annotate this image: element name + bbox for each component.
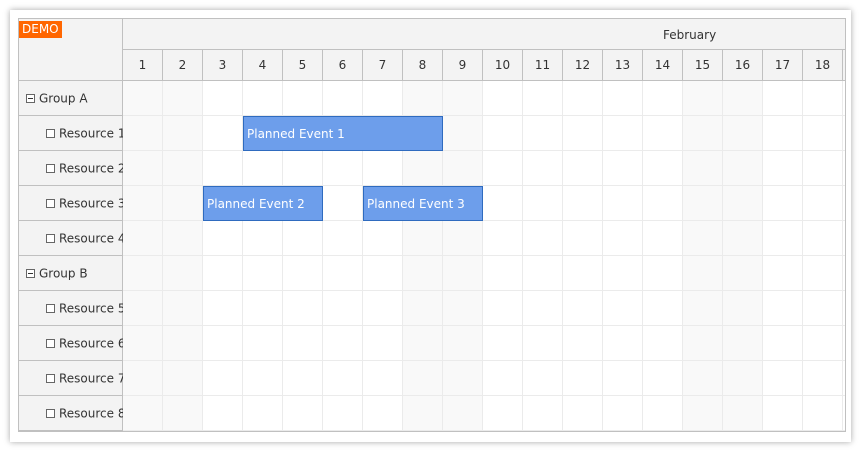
resource-row-header[interactable]: Resource 1 [19, 116, 126, 151]
grid-column [763, 81, 803, 431]
day-header-5: 5 [283, 50, 323, 80]
checkbox-icon[interactable] [46, 409, 55, 418]
scheduler: DEMO February 2020 123456789101112131415… [18, 18, 846, 432]
day-header-3: 3 [203, 50, 243, 80]
resource-row-header[interactable]: Resource 2 [19, 151, 126, 186]
grid-column [483, 81, 523, 431]
grid-column [683, 81, 723, 431]
timeline-grid[interactable]: Planned Event 1 Planned Event 2 Planned Ev… [123, 81, 845, 431]
row-label: Group B [39, 266, 88, 281]
resource-row-header[interactable]: Resource 3 [19, 186, 126, 221]
grid-row-line [123, 360, 845, 361]
month-label: February 2020 [663, 28, 717, 74]
row-label: Resource 7 [59, 371, 126, 386]
event-bar[interactable]: Planned Event 2 [203, 186, 323, 221]
day-header-8: 8 [403, 50, 443, 80]
grid-column [163, 81, 203, 431]
event-bar[interactable]: Planned Event 1 [243, 116, 443, 151]
resource-row-header[interactable]: Resource 7 [19, 361, 126, 396]
grid-column [563, 81, 603, 431]
grid-column [603, 81, 643, 431]
corner-header: DEMO [19, 19, 123, 81]
day-header-12: 12 [563, 50, 603, 80]
day-header-16: 16 [723, 50, 763, 80]
grid-row-line [123, 290, 845, 291]
group-row-header[interactable]: Group A [19, 81, 122, 116]
demo-badge: DEMO [19, 21, 62, 38]
grid-column [123, 81, 163, 431]
row-label: Resource 8 [59, 406, 126, 421]
grid-row-line [123, 150, 845, 151]
row-label: Group A [39, 91, 88, 106]
grid-column [723, 81, 763, 431]
resource-row-header[interactable]: Resource 6 [19, 326, 126, 361]
grid-row-line [123, 430, 845, 431]
day-header-15: 15 [683, 50, 723, 80]
resource-row-header[interactable]: Resource 4 [19, 221, 126, 256]
day-header-13: 13 [603, 50, 643, 80]
resource-row-header[interactable]: Resource 5 [19, 291, 126, 326]
grid-column [443, 81, 483, 431]
grid-column [643, 81, 683, 431]
checkbox-icon[interactable] [46, 304, 55, 313]
grid-row-line [123, 255, 845, 256]
row-label: Resource 6 [59, 336, 126, 351]
checkbox-icon[interactable] [46, 374, 55, 383]
day-header-9: 9 [443, 50, 483, 80]
day-header-17: 17 [763, 50, 803, 80]
grid-row-line [123, 395, 845, 396]
row-label: Resource 1 [59, 126, 126, 141]
group-row-header[interactable]: Group B [19, 256, 122, 291]
grid-column [523, 81, 563, 431]
day-header-7: 7 [363, 50, 403, 80]
checkbox-icon[interactable] [46, 129, 55, 138]
grid-row-line [123, 115, 845, 116]
grid-row-line [123, 325, 845, 326]
month-header: February 2020 [123, 19, 845, 74]
day-header-4: 4 [243, 50, 283, 80]
day-header-row: 1 2 3 4 5 6 7 8 9 10 11 12 13 14 15 16 17 18 [123, 50, 845, 81]
collapse-icon[interactable] [26, 269, 35, 278]
scheduler-frame: DEMO February 2020 123456789101112131415… [10, 10, 851, 442]
event-bar[interactable]: Planned Event 3 [363, 186, 483, 221]
day-header-6: 6 [323, 50, 363, 80]
collapse-icon[interactable] [26, 94, 35, 103]
day-header-14: 14 [643, 50, 683, 80]
day-header-2: 2 [163, 50, 203, 80]
checkbox-icon[interactable] [46, 164, 55, 173]
row-label: Resource 4 [59, 231, 126, 246]
day-header-11: 11 [523, 50, 563, 80]
checkbox-icon[interactable] [46, 234, 55, 243]
row-label: Resource 3 [59, 196, 126, 211]
day-header-18: 18 [803, 50, 843, 80]
checkbox-icon[interactable] [46, 339, 55, 348]
checkbox-icon[interactable] [46, 199, 55, 208]
row-headers: Group A Resource 1 Resource 2 Resource 3 Res… [19, 81, 126, 431]
day-header-10: 10 [483, 50, 523, 80]
day-header-1: 1 [123, 50, 163, 80]
row-label: Resource 2 [59, 161, 126, 176]
grid-column [803, 81, 843, 431]
grid-column [203, 81, 243, 431]
resource-row-header[interactable]: Resource 8 [19, 396, 126, 431]
row-label: Resource 5 [59, 301, 126, 316]
